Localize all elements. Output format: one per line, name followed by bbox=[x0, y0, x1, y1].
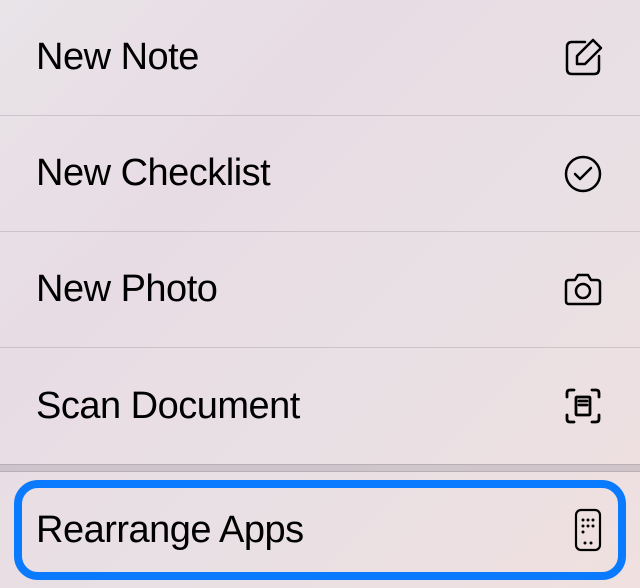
menu-item-new-note[interactable]: New Note bbox=[0, 0, 640, 116]
scan-document-icon bbox=[562, 385, 604, 427]
menu-item-new-photo[interactable]: New Photo bbox=[0, 232, 640, 348]
menu-item-scan-document[interactable]: Scan Document bbox=[0, 348, 640, 464]
apps-icon bbox=[572, 509, 604, 551]
menu-item-new-checklist[interactable]: New Checklist bbox=[0, 116, 640, 232]
checkmark-circle-icon bbox=[562, 153, 604, 195]
menu-item-label: Scan Document bbox=[36, 385, 300, 428]
menu-item-label: New Checklist bbox=[36, 152, 270, 195]
menu-item-label: Rearrange Apps bbox=[36, 509, 304, 552]
menu-separator bbox=[0, 464, 640, 472]
menu-item-label: New Photo bbox=[36, 268, 217, 311]
compose-icon bbox=[562, 37, 604, 79]
menu-item-label: New Note bbox=[36, 36, 199, 79]
camera-icon bbox=[562, 269, 604, 311]
menu-item-rearrange-apps[interactable]: Rearrange Apps bbox=[0, 472, 640, 588]
